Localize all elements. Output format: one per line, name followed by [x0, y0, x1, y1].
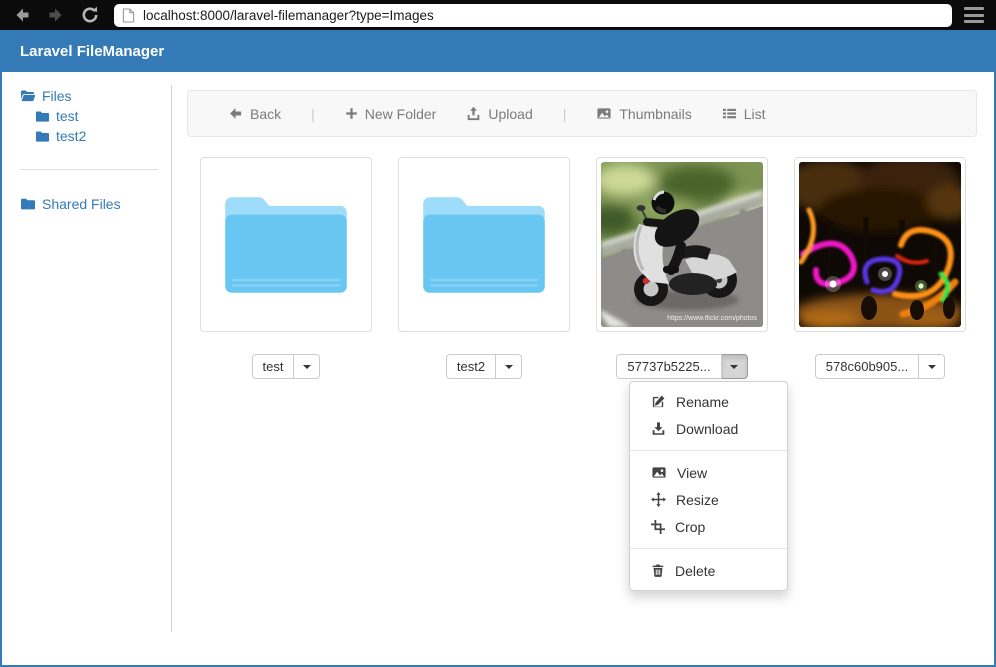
- list-icon: [722, 106, 737, 121]
- menu-item-label: Crop: [675, 519, 705, 535]
- image-thumbnail-motorcycle[interactable]: https://www.flickr.com/photos: [596, 157, 768, 332]
- upload-icon: [466, 106, 481, 121]
- item-name-button[interactable]: test2: [446, 354, 496, 379]
- folder-icon: [35, 129, 50, 144]
- folder-icon: [35, 109, 50, 124]
- item-button-group: test: [252, 354, 321, 379]
- app-header: Laravel FileManager: [2, 30, 994, 72]
- edit-icon: [651, 394, 666, 409]
- menu-item-label: Resize: [676, 492, 719, 508]
- sidebar-item-label: Files: [42, 88, 72, 104]
- thumbnails-label: Thumbnails: [619, 106, 691, 122]
- open-folder-icon: [20, 88, 36, 104]
- big-folder-icon: [408, 185, 560, 305]
- new-folder-button[interactable]: New Folder: [345, 106, 437, 122]
- sidebar-item-shared-files[interactable]: Shared Files: [20, 194, 172, 214]
- caret-down-icon: [928, 365, 936, 369]
- caret-down-icon: [505, 365, 513, 369]
- item-dropdown-toggle[interactable]: [496, 354, 522, 379]
- watermark-text: https://www.flickr.com/photos: [667, 315, 757, 322]
- item-dropdown-toggle-open[interactable]: [722, 354, 748, 379]
- trash-icon: [651, 563, 665, 578]
- back-label: Back: [250, 106, 281, 122]
- menu-item-download[interactable]: Download: [630, 415, 787, 442]
- image-icon: [651, 465, 667, 480]
- folder-thumbnail-test2[interactable]: [398, 157, 570, 332]
- menu-item-view[interactable]: View: [630, 459, 787, 486]
- item-name-button[interactable]: 57737b5225...: [616, 354, 721, 379]
- back-arrow-icon: [228, 106, 243, 121]
- url-text: localhost:8000/laravel-filemanager?type=…: [143, 8, 434, 23]
- sidebar-item-test2[interactable]: test2: [35, 126, 172, 146]
- sidebar-item-label: Shared Files: [42, 196, 121, 212]
- list-button[interactable]: List: [722, 106, 766, 122]
- thumbnails-button[interactable]: Thumbnails: [596, 106, 691, 122]
- sidebar-item-test[interactable]: test: [35, 106, 172, 126]
- main-panel: Back | New Folder Upload |: [172, 72, 994, 665]
- crop-icon: [651, 520, 665, 534]
- plus-icon: [345, 107, 358, 120]
- folder-thumbnail-test[interactable]: [200, 157, 372, 332]
- grid-item-test: test: [187, 157, 385, 379]
- menu-item-label: Rename: [676, 394, 729, 410]
- grid-item-image-2: 578c60b905...: [781, 157, 979, 379]
- item-button-group: 578c60b905...: [815, 354, 945, 379]
- grid-item-image-1: https://www.flickr.com/photos 57737b5225…: [583, 157, 781, 379]
- sidebar-item-label: test2: [56, 128, 86, 144]
- folder-icon: [20, 196, 36, 212]
- download-icon: [651, 421, 666, 436]
- upload-button[interactable]: Upload: [466, 106, 532, 122]
- menu-item-label: Delete: [675, 563, 715, 579]
- toolbar-separator: |: [311, 106, 315, 122]
- item-dropdown-toggle[interactable]: [919, 354, 945, 379]
- browser-chrome: localhost:8000/laravel-filemanager?type=…: [0, 0, 996, 30]
- item-button-group: test2: [446, 354, 522, 379]
- move-icon: [651, 492, 666, 507]
- upload-label: Upload: [488, 106, 532, 122]
- filemanager-window: Laravel FileManager Files test: [0, 30, 996, 667]
- item-button-group: 57737b5225...: [616, 354, 747, 379]
- toolbar: Back | New Folder Upload |: [187, 90, 977, 137]
- menu-item-rename[interactable]: Rename: [630, 388, 787, 415]
- caret-down-icon: [730, 365, 738, 369]
- menu-item-delete[interactable]: Delete: [630, 557, 787, 584]
- light-painting-image: [799, 162, 961, 327]
- back-button[interactable]: Back: [228, 106, 281, 122]
- sidebar-item-label: test: [56, 108, 79, 124]
- item-dropdown-toggle[interactable]: [294, 354, 320, 379]
- item-name-button[interactable]: 578c60b905...: [815, 354, 919, 379]
- sidebar-item-files[interactable]: Files: [20, 86, 172, 106]
- grid-item-test2: test2: [385, 157, 583, 379]
- menu-divider: [630, 450, 787, 451]
- address-bar[interactable]: localhost:8000/laravel-filemanager?type=…: [114, 4, 952, 27]
- sidebar: Files test test2 Shared Files: [2, 72, 172, 665]
- motorcycle-image: https://www.flickr.com/photos: [601, 162, 763, 327]
- menu-item-label: Download: [676, 421, 738, 437]
- caret-down-icon: [303, 365, 311, 369]
- app-title: Laravel FileManager: [20, 43, 164, 60]
- browser-reload-icon[interactable]: [80, 5, 100, 25]
- image-thumbnail-light-painting[interactable]: [794, 157, 966, 332]
- file-grid: test test2: [187, 157, 977, 379]
- menu-divider: [630, 548, 787, 549]
- list-label: List: [744, 106, 766, 122]
- menu-item-crop[interactable]: Crop: [630, 513, 787, 540]
- browser-menu-icon[interactable]: [964, 7, 984, 23]
- page-icon: [122, 8, 135, 23]
- picture-icon: [596, 106, 612, 121]
- browser-forward-icon[interactable]: [46, 5, 66, 25]
- context-menu: Rename Download: [629, 381, 788, 591]
- new-folder-label: New Folder: [365, 106, 437, 122]
- toolbar-separator: |: [563, 106, 567, 122]
- browser-back-icon[interactable]: [12, 5, 32, 25]
- big-folder-icon: [210, 185, 362, 305]
- sidebar-divider: [20, 169, 158, 170]
- menu-item-resize[interactable]: Resize: [630, 486, 787, 513]
- menu-item-label: View: [677, 465, 707, 481]
- item-name-button[interactable]: test: [252, 354, 295, 379]
